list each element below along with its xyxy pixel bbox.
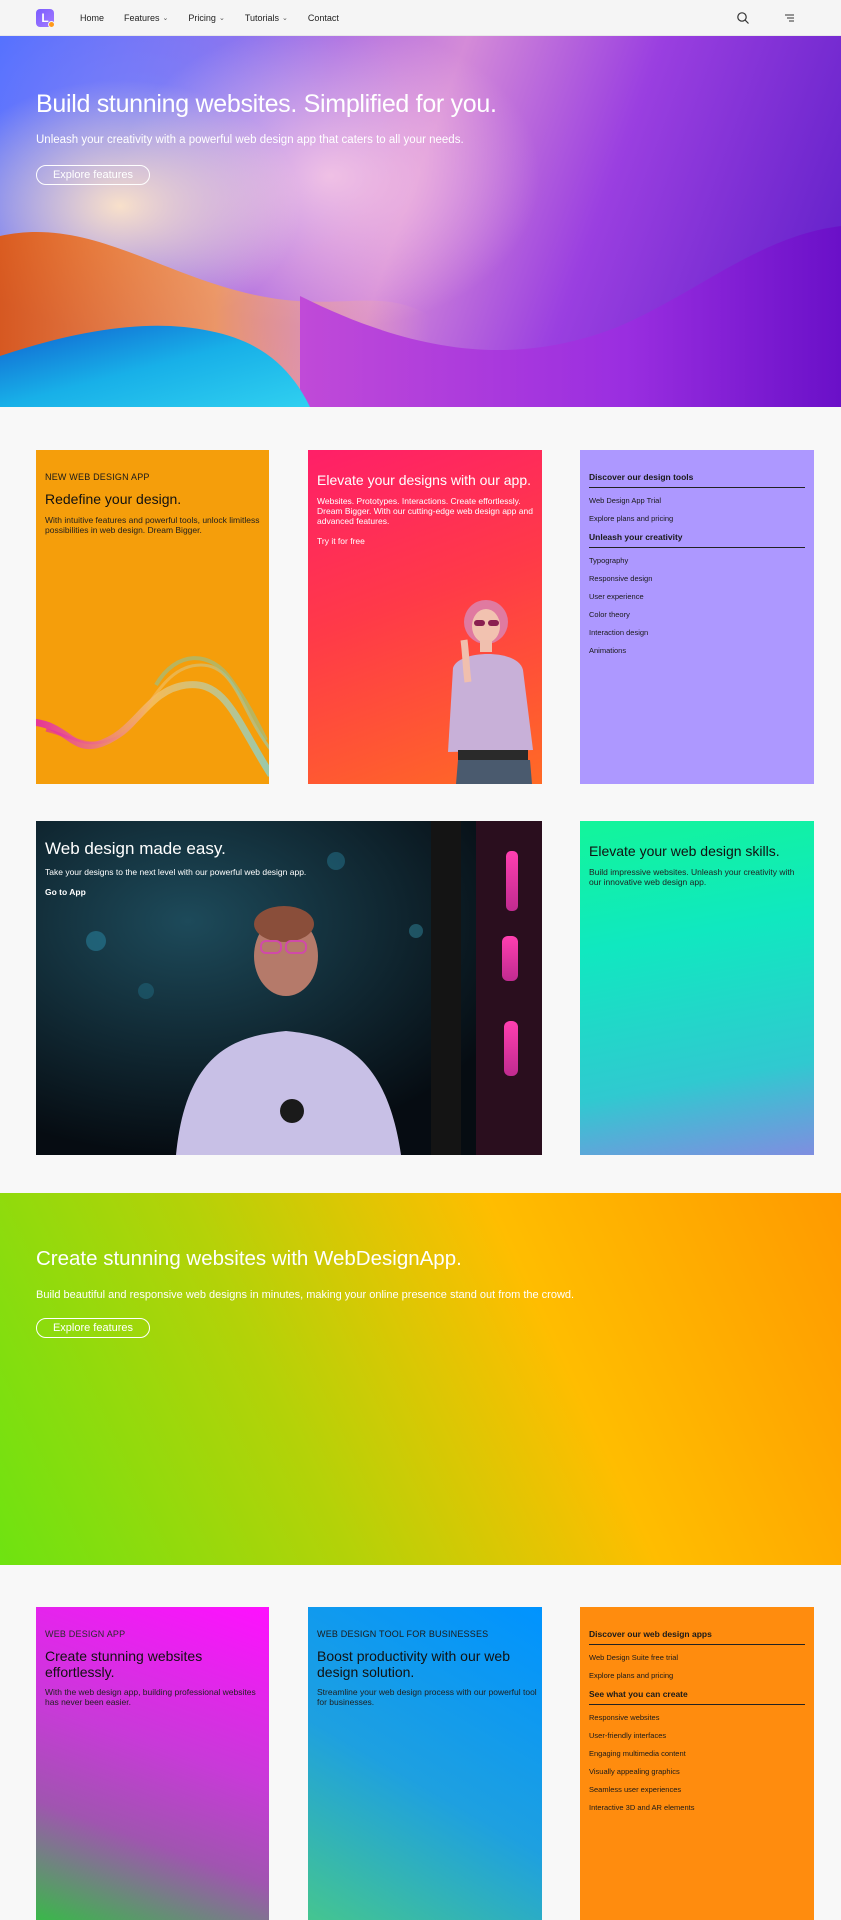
nav-features-label: Features <box>124 13 160 23</box>
nav-links: Home Features ⌄ Pricing ⌄ Tutorials ⌄ Conta… <box>80 0 339 36</box>
card-eyebrow: WEB DESIGN APP <box>45 1629 126 1639</box>
band-title: Create stunning websites with WebDesignA… <box>36 1247 462 1270</box>
nav-pricing-label: Pricing <box>188 13 216 23</box>
card-design-tools-menu: Discover our design tools Web Design App… <box>580 450 814 784</box>
band-subtitle: Build beautiful and responsive web desig… <box>36 1289 575 1301</box>
menu-link[interactable]: User experience <box>589 592 644 601</box>
card-new-web-design-app[interactable]: NEW WEB DESIGN APP Redefine your design.… <box>36 450 269 784</box>
card-title: Elevate your web design skills. <box>589 843 780 859</box>
menu-link[interactable]: Interaction design <box>589 628 648 637</box>
menu-link[interactable]: Visually appealing graphics <box>589 1767 680 1776</box>
menu-link[interactable]: User-friendly interfaces <box>589 1731 666 1740</box>
menu-link[interactable]: Color theory <box>589 610 630 619</box>
nav-home-label: Home <box>80 13 105 23</box>
card-title: Create stunning websites effortlessly. <box>45 1648 203 1680</box>
nav-tutorials[interactable]: Tutorials ⌄ <box>245 13 288 23</box>
hero-title: Build stunning websites. Simplified for … <box>36 90 497 118</box>
menu-heading: Discover our design tools <box>589 472 805 488</box>
card-body: Streamline your web design process with … <box>317 1687 537 1707</box>
menu-link[interactable]: Explore plans and pricing <box>589 1671 673 1680</box>
nav-pricing[interactable]: Pricing ⌄ <box>188 13 224 23</box>
menu-link[interactable]: Animations <box>589 646 626 655</box>
card-web-design-made-easy[interactable]: Web design made easy. Take your designs … <box>36 821 542 1155</box>
nav-contact-label: Contact <box>307 13 339 23</box>
menu-link[interactable]: Responsive design <box>589 574 652 583</box>
nav-contact[interactable]: Contact <box>308 13 339 23</box>
search-icon[interactable] <box>736 11 750 25</box>
hero-section: Build stunning websites. Simplified for … <box>0 36 841 407</box>
menu-link[interactable]: Web Design App Trial <box>589 496 661 505</box>
hero-explore-button[interactable]: Explore features <box>36 165 150 185</box>
menu-heading: Discover our web design apps <box>589 1629 805 1645</box>
menu-link[interactable]: Typography <box>589 556 628 565</box>
top-navigation: L Home Features ⌄ Pricing ⌄ Tutorials ⌄ Con… <box>0 0 841 36</box>
chevron-down-icon: ⌄ <box>162 15 169 22</box>
card-web-design-app[interactable]: WEB DESIGN APP Create stunning websites … <box>36 1607 269 1920</box>
ribbon-graphic <box>36 656 269 777</box>
menu-link[interactable]: Interactive 3D and AR elements <box>589 1803 694 1812</box>
hero-subtitle: Unleash your creativity with a powerful … <box>36 134 464 146</box>
band-explore-button[interactable]: Explore features <box>36 1318 150 1338</box>
card-title: Boost productivity with our web design s… <box>317 1648 510 1680</box>
logo-badge-dot <box>48 21 55 28</box>
menu-heading: See what you can create <box>589 1689 805 1705</box>
card-body: Take your designs to the next level with… <box>45 867 307 877</box>
card-eyebrow: WEB DESIGN TOOL FOR BUSINESSES <box>317 1629 489 1639</box>
menu-icon[interactable] <box>782 11 796 25</box>
card-body: With the web design app, building profes… <box>45 1687 256 1707</box>
go-to-app-link[interactable]: Go to App <box>45 887 86 897</box>
menu-heading: Unleash your creativity <box>589 532 805 548</box>
promo-band: Create stunning websites with WebDesignA… <box>0 1193 841 1565</box>
card-elevate-designs[interactable]: Elevate your designs with our app. Websi… <box>308 450 542 784</box>
nav-features[interactable]: Features ⌄ <box>124 13 168 23</box>
menu-link[interactable]: Seamless user experiences <box>589 1785 681 1794</box>
card-web-design-tool-business[interactable]: WEB DESIGN TOOL FOR BUSINESSES Boost pro… <box>308 1607 542 1920</box>
menu-link[interactable]: Engaging multimedia content <box>589 1749 686 1758</box>
nav-tutorials-label: Tutorials <box>244 13 279 23</box>
card-elevate-skills[interactable]: Elevate your web design skills. Build im… <box>580 821 814 1155</box>
chevron-down-icon: ⌄ <box>218 15 225 22</box>
woman-portrait-image <box>448 600 533 784</box>
nav-home[interactable]: Home <box>80 13 104 23</box>
menu-link[interactable]: Web Design Suite free trial <box>589 1653 678 1662</box>
menu-link[interactable]: Explore plans and pricing <box>589 514 673 523</box>
card-title: Web design made easy. <box>45 839 226 858</box>
card-web-design-apps-menu: Discover our web design apps Web Design … <box>580 1607 814 1920</box>
chevron-down-icon: ⌄ <box>282 15 288 22</box>
card-body: Build impressive websites. Unleash your … <box>589 867 795 887</box>
menu-link[interactable]: Responsive websites <box>589 1713 659 1722</box>
